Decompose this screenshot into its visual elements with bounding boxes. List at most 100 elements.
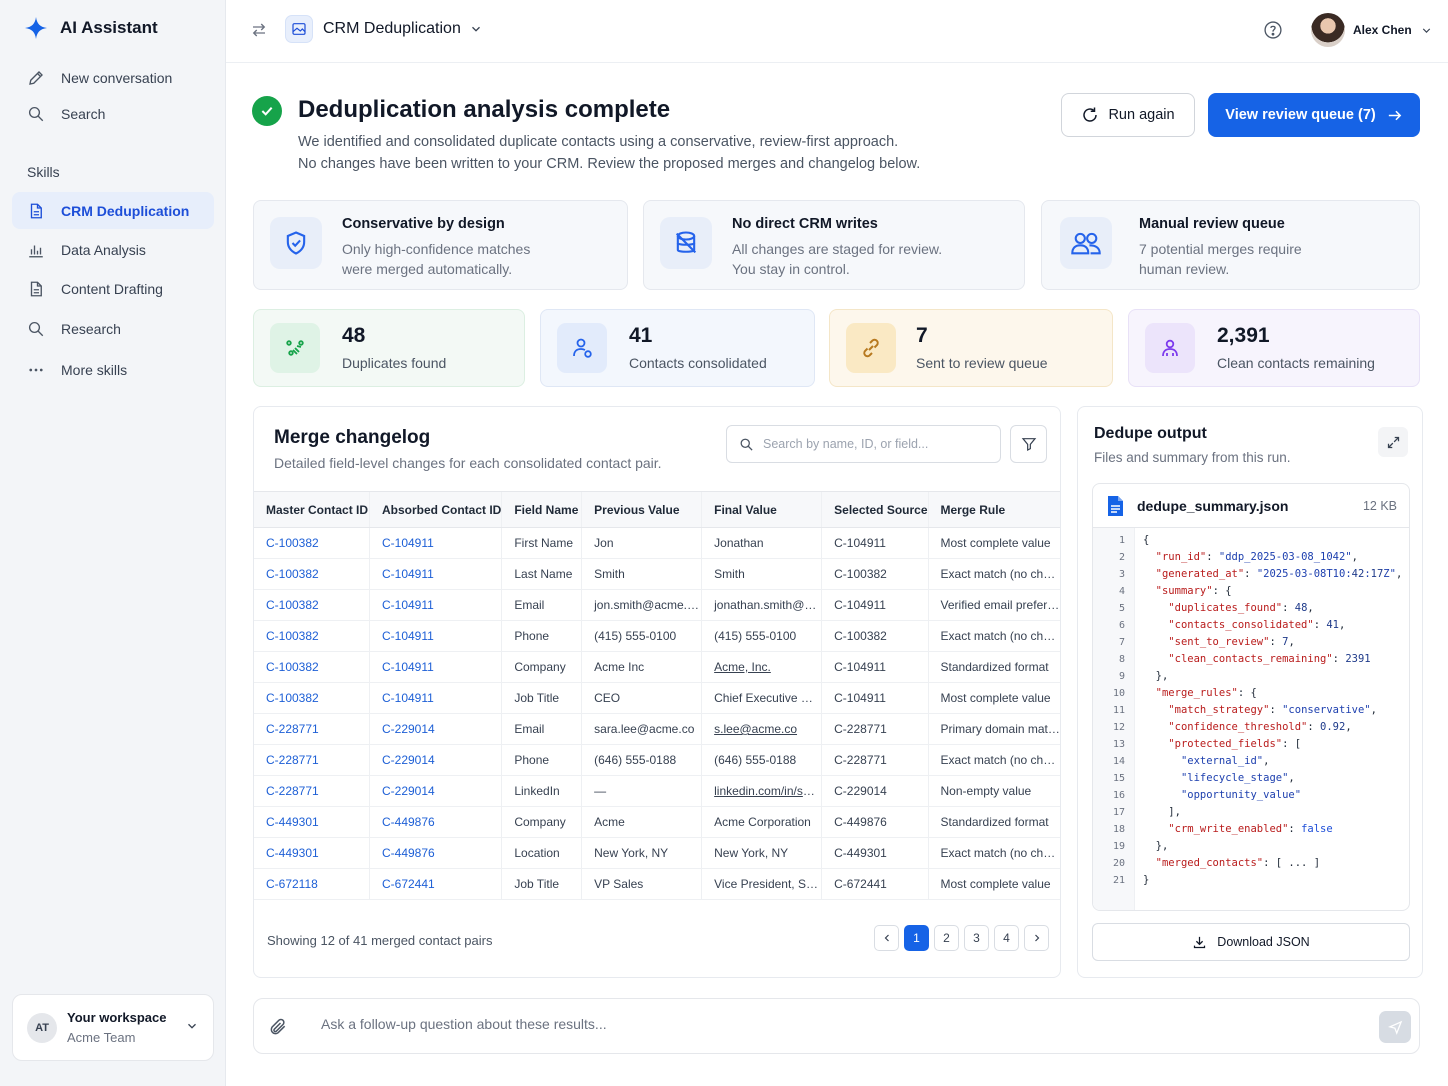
absorbed-contact-id-cell[interactable]: C-229014 [368, 775, 502, 807]
table-row[interactable]: C-100382 C-104911 Company Acme Inc Acme, Inc… [254, 651, 1060, 683]
master-contact-id-cell[interactable]: C-100382 [254, 651, 370, 683]
absorbed-contact-id-cell[interactable]: C-672441 [368, 868, 502, 900]
table-row[interactable]: C-449301 C-449876 Company Acme Acme Corporat… [254, 806, 1060, 838]
download-json-button[interactable]: Download JSON [1092, 923, 1410, 961]
absorbed-contact-id-cell[interactable]: C-104911 [368, 620, 502, 652]
skill-selector-label: CRM Deduplication [323, 20, 461, 37]
master-contact-id-cell[interactable]: C-100382 [254, 558, 370, 590]
table-row[interactable]: C-100382 C-104911 Job Title CEO Chief Execut… [254, 682, 1060, 714]
absorbed-contact-id-cell[interactable]: C-229014 [368, 713, 502, 745]
swap-icon[interactable] [250, 21, 268, 39]
line-number: 20 [1112, 858, 1125, 869]
next-page-button[interactable] [1024, 925, 1049, 951]
table-row[interactable]: C-672118 C-672441 Job Title VP Sales Vice Pr… [254, 868, 1060, 900]
merge-rule-cell: Exact match (no change) [927, 620, 1060, 652]
column-header[interactable]: Field Name [501, 491, 582, 528]
sidebar-item-research[interactable]: Research [12, 310, 214, 347]
master-contact-id-cell[interactable]: C-228771 [254, 713, 370, 745]
expand-button[interactable] [1378, 427, 1408, 457]
column-header[interactable]: Final Value [701, 491, 822, 528]
absorbed-contact-id-cell[interactable]: C-104911 [368, 682, 502, 714]
workspace-switcher[interactable]: AT Your workspace Acme Team [12, 994, 214, 1061]
skills-section-label: Skills [27, 164, 60, 180]
changelog-search-input[interactable] [763, 437, 983, 451]
master-contact-id-cell[interactable]: C-100382 [254, 682, 370, 714]
column-header[interactable]: Master Contact ID [254, 491, 370, 528]
column-header[interactable]: Selected Source [821, 491, 929, 528]
final-value-cell: Acme, Inc. [701, 651, 822, 683]
column-header[interactable]: Absorbed Contact ID [368, 491, 502, 528]
table-row[interactable]: C-100382 C-104911 First Name Jon Jonathan C-1… [254, 527, 1060, 559]
table-row[interactable]: C-100382 C-104911 Last Name Smith Smith C-100… [254, 558, 1060, 590]
master-contact-id-cell[interactable]: C-228771 [254, 744, 370, 776]
filter-button[interactable] [1010, 425, 1047, 463]
file-header[interactable]: dedupe_summary.json 12 KB [1093, 484, 1409, 528]
absorbed-contact-id-cell[interactable]: C-449876 [368, 806, 502, 838]
master-contact-id-cell[interactable]: C-449301 [254, 806, 370, 838]
json-file-viewer: dedupe_summary.json 12 KB 1 {2 "run_id": … [1092, 483, 1410, 911]
line-number: 16 [1112, 790, 1125, 801]
table-row[interactable]: C-449301 C-449876 Location New York, NY New … [254, 837, 1060, 869]
document-icon [30, 203, 42, 218]
previous-value-cell: sara.lee@acme.co [581, 713, 702, 745]
master-contact-id-cell[interactable]: C-228771 [254, 775, 370, 807]
sidebar-item-label: CRM Deduplication [61, 202, 190, 219]
table-row[interactable]: C-100382 C-104911 Email jon.smith@acme.c...… [254, 589, 1060, 621]
skill-selector[interactable]: CRM Deduplication [285, 15, 483, 43]
view-review-queue-button[interactable]: View review queue (7) [1208, 93, 1420, 137]
field-name-cell: Job Title [501, 868, 582, 900]
follow-up-composer [253, 998, 1420, 1054]
page-button[interactable]: 2 [934, 925, 959, 951]
chevron-down-icon [1422, 27, 1430, 33]
sidebar-item-content-drafting[interactable]: Content Drafting [12, 270, 214, 307]
sidebar-item-crm-deduplication[interactable]: CRM Deduplication [12, 192, 214, 229]
absorbed-contact-id-cell[interactable]: C-104911 [368, 651, 502, 683]
user-menu[interactable]: Alex Chen [1311, 13, 1433, 47]
follow-up-input[interactable] [321, 1016, 1321, 1032]
send-button[interactable] [1379, 1011, 1411, 1043]
column-header[interactable]: Merge Rule [927, 491, 1060, 528]
page-button[interactable]: 3 [964, 925, 989, 951]
master-contact-id-cell[interactable]: C-100382 [254, 589, 370, 621]
table-row[interactable]: C-100382 C-104911 Phone (415) 555-0100 (415)… [254, 620, 1060, 652]
code-text: "merge_rules": { [1155, 687, 1257, 699]
prev-page-button[interactable] [874, 925, 899, 951]
merge-rule-cell: Most complete value [927, 682, 1060, 714]
avatar [1311, 13, 1345, 47]
changelog-footer: Showing 12 of 41 merged contact pairs [267, 933, 493, 948]
previous-value-cell: VP Sales [581, 868, 702, 900]
sidebar-item-data-analysis[interactable]: Data Analysis [12, 231, 214, 268]
help-icon[interactable] [1263, 20, 1283, 40]
final-value-cell: Chief Executive Offi... [701, 682, 822, 714]
table-row[interactable]: C-228771 C-229014 LinkedIn — linkedin.com/in… [254, 775, 1060, 807]
user-name: Alex Chen [1353, 23, 1412, 37]
table-row[interactable]: C-228771 C-229014 Email sara.lee@acme.co s.l… [254, 713, 1060, 745]
paperclip-icon[interactable] [268, 1017, 288, 1037]
line-number: 15 [1112, 773, 1125, 784]
master-contact-id-cell[interactable]: C-672118 [254, 868, 370, 900]
line-number: 10 [1112, 688, 1125, 699]
absorbed-contact-id-cell[interactable]: C-104911 [368, 558, 502, 590]
absorbed-contact-id-cell[interactable]: C-104911 [368, 589, 502, 621]
absorbed-contact-id-cell[interactable]: C-449876 [368, 837, 502, 869]
master-contact-id-cell[interactable]: C-100382 [254, 620, 370, 652]
stat-label: Contacts consolidated [629, 355, 767, 371]
column-header[interactable]: Previous Value [581, 491, 702, 528]
page-button[interactable]: 4 [994, 925, 1019, 951]
sidebar-item-more-skills[interactable]: More skills [12, 351, 214, 388]
absorbed-contact-id-cell[interactable]: C-104911 [368, 527, 502, 559]
field-name-cell: Last Name [501, 558, 582, 590]
merge-rule-cell: Standardized format [927, 806, 1060, 838]
merge-rule-cell: Most complete value [927, 868, 1060, 900]
master-contact-id-cell[interactable]: C-100382 [254, 527, 370, 559]
changelog-search[interactable] [726, 425, 1001, 463]
new-conversation-button[interactable]: New conversation [12, 59, 214, 96]
search-icon [28, 321, 44, 336]
absorbed-contact-id-cell[interactable]: C-229014 [368, 744, 502, 776]
search-button[interactable]: Search [12, 95, 214, 132]
page-button[interactable]: 1 [904, 925, 929, 951]
line-number: 18 [1112, 824, 1125, 835]
run-again-button[interactable]: Run again [1061, 93, 1195, 137]
table-row[interactable]: C-228771 C-229014 Phone (646) 555-0188 (646)… [254, 744, 1060, 776]
master-contact-id-cell[interactable]: C-449301 [254, 837, 370, 869]
